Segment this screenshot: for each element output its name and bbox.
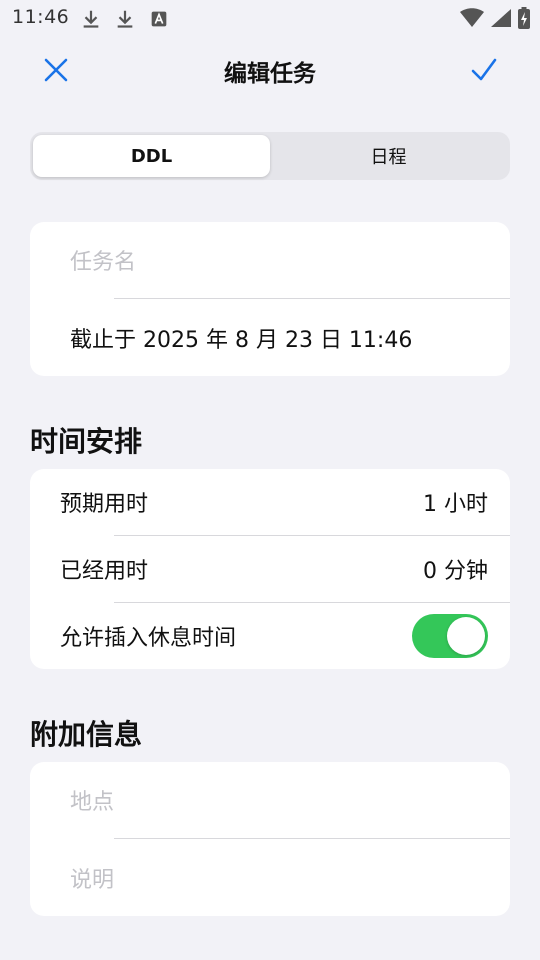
- used-duration-label: 已经用时: [60, 559, 149, 584]
- nav-bar: 编辑任务: [0, 40, 540, 100]
- time-settings-card: 预期用时 1 小时 已经用时 0 分钟 允许插入休息时间: [30, 469, 510, 669]
- used-duration-row[interactable]: 已经用时 0 分钟: [30, 536, 510, 602]
- used-duration-value: 0 分钟: [423, 559, 488, 584]
- battery-charging-icon: [518, 7, 530, 29]
- deadline-row[interactable]: 截止于 2025 年 8 月 23 日 11:46: [30, 299, 510, 376]
- status-time: 11:46: [12, 6, 70, 28]
- time-section-header: 时间安排: [30, 425, 143, 458]
- status-left-icons: [80, 8, 170, 30]
- checkmark-icon: [471, 58, 497, 81]
- expected-duration-value: 1 小时: [423, 492, 488, 517]
- expected-duration-row[interactable]: 预期用时 1 小时: [30, 469, 510, 535]
- download-icon: [117, 10, 133, 28]
- location-field[interactable]: 地点: [30, 762, 510, 838]
- task-type-segmented-control: DDL 日程: [30, 132, 510, 180]
- done-button[interactable]: [466, 52, 502, 88]
- segment-schedule[interactable]: 日程: [270, 135, 507, 177]
- deadline-text: 截止于 2025 年 8 月 23 日 11:46: [70, 327, 413, 353]
- extra-info-card: 地点 说明: [30, 762, 510, 916]
- task-info-card: 任务名 截止于 2025 年 8 月 23 日 11:46: [30, 222, 510, 376]
- signal-icon: [491, 9, 511, 27]
- wifi-icon: [460, 8, 484, 27]
- task-name-field[interactable]: 任务名: [30, 222, 510, 298]
- description-placeholder: 说明: [70, 867, 115, 893]
- expected-duration-label: 预期用时: [60, 492, 149, 517]
- download-icon: [83, 10, 99, 28]
- allow-break-label: 允许插入休息时间: [60, 626, 237, 651]
- keyboard-a-icon: [151, 11, 167, 27]
- task-name-placeholder: 任务名: [70, 250, 137, 275]
- allow-break-row: 允许插入休息时间: [30, 603, 510, 669]
- allow-break-toggle[interactable]: [412, 614, 488, 658]
- toggle-knob: [447, 617, 485, 655]
- segment-ddl[interactable]: DDL: [33, 135, 270, 177]
- location-placeholder: 地点: [70, 790, 115, 815]
- status-right-icons: [460, 7, 530, 29]
- page-title: 编辑任务: [224, 61, 316, 87]
- extra-section-header: 附加信息: [30, 718, 143, 751]
- status-bar: 11:46: [0, 0, 540, 36]
- description-field[interactable]: 说明: [30, 839, 510, 916]
